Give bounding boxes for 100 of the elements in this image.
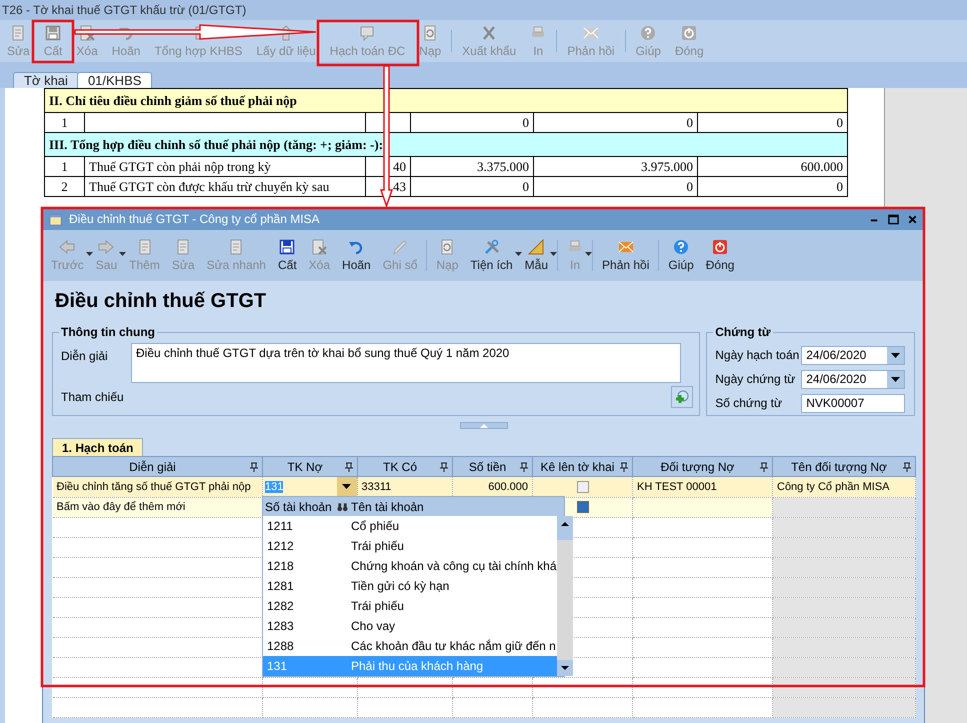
- pin-icon: [520, 462, 528, 472]
- caret-icon: [585, 252, 592, 256]
- tab[interactable]: Tờ khai: [13, 72, 79, 88]
- tools-icon: [484, 239, 500, 255]
- arrow-left-icon: [59, 239, 76, 255]
- field-label: Ngày hạch toán: [715, 348, 800, 362]
- toolbar-button[interactable]: Hoãn: [336, 230, 377, 281]
- column-header: Số tài khoản: [265, 500, 333, 514]
- checkbox[interactable]: [576, 480, 588, 493]
- comment-icon: [359, 24, 376, 40]
- help-icon: [673, 239, 690, 255]
- voucher-number-field[interactable]: NVK00007: [801, 394, 906, 412]
- toolbar-button[interactable]: Đóng: [700, 230, 740, 281]
- account-option[interactable]: 1288 Các khoản đầu tư khác nắm giữ đến n: [263, 636, 556, 656]
- power-icon: [712, 239, 728, 255]
- account-option[interactable]: 1281 Tiền gửi có kỳ hạn: [263, 576, 556, 596]
- caret-icon: [119, 252, 126, 256]
- field-label: Diễn giải: [61, 348, 109, 363]
- envelope-icon: [618, 239, 634, 255]
- add-reference-button[interactable]: [671, 386, 694, 408]
- column-header[interactable]: TK Nợ: [262, 456, 358, 476]
- caret-icon: [514, 252, 522, 256]
- table-cell: 3.975.000: [534, 156, 698, 176]
- form-heading: Điều chỉnh thuế GTGT: [54, 289, 268, 313]
- account-option[interactable]: 1218 Chứng khoán và công cụ tài chính khá: [263, 556, 556, 576]
- delete-document-icon: [311, 239, 328, 255]
- date-field[interactable]: 24/06/2020: [801, 370, 906, 388]
- undo-icon: [348, 239, 364, 255]
- section-heading: III. Tổng hợp điều chỉnh số thuế phải nộp (tăng: +; giảm: -):: [44, 132, 848, 156]
- pin-icon: [345, 462, 353, 472]
- ruler-icon: [528, 239, 544, 255]
- toolbar-button[interactable]: Mẫu: [518, 230, 554, 281]
- tab[interactable]: 1. Hạch toán: [52, 438, 144, 456]
- column-header: Tên tài khoản: [351, 500, 424, 514]
- table-cell: Thuế GTGT còn được khấu trừ chuyển kỳ sau: [84, 176, 366, 196]
- caret-icon[interactable]: [891, 352, 900, 358]
- column-header[interactable]: Diễn giải: [52, 456, 262, 476]
- binoculars-icon: [337, 502, 348, 512]
- document-icon: [175, 239, 192, 255]
- caret-icon[interactable]: [342, 484, 351, 489]
- account-option[interactable]: 1282 Trái phiếu: [263, 596, 556, 616]
- add-row-hint[interactable]: Bấm vào đây để thêm mới: [52, 497, 262, 517]
- highlight-frame: [32, 20, 74, 64]
- pencil-icon: [392, 239, 408, 255]
- caret-icon: [86, 252, 93, 256]
- description-field[interactable]: Điều chỉnh thuế GTGT dựa trên tờ khai bổ sung thuế Quý 1 năm 2020: [131, 343, 681, 383]
- column-header[interactable]: TK Có: [358, 456, 452, 476]
- document-icon: [136, 239, 152, 255]
- table-cell: 600.000: [452, 476, 532, 497]
- column-header[interactable]: Đối tượng Nợ: [632, 456, 772, 476]
- table-cell: 2: [44, 176, 84, 196]
- dialog-title: Điều chỉnh thuế GTGT - Công ty cổ phần MISA: [69, 212, 320, 226]
- toolbar-button[interactable]: Giúp: [662, 230, 700, 281]
- date-field[interactable]: 24/06/2020: [801, 346, 906, 364]
- account-option[interactable]: 1211 Cổ phiếu: [263, 516, 556, 536]
- pin-icon: [620, 462, 628, 472]
- table-cell: 0: [534, 176, 698, 196]
- table-cell: Thuế GTGT còn phải nộp trong kỳ: [84, 156, 366, 176]
- window-title: T26 - Tờ khai thuế GTGT khấu trừ (01/GTGT): [0, 0, 967, 20]
- scrollbar[interactable]: [556, 516, 572, 676]
- checkbox[interactable]: [576, 501, 588, 514]
- toolbar-button[interactable]: Tiện ích: [464, 230, 519, 281]
- column-header[interactable]: Tên đối tượng Nợ: [772, 456, 916, 476]
- maximize-icon[interactable]: [888, 214, 899, 224]
- field-label: Số chứng từ: [715, 396, 784, 410]
- table-cell: Công ty Cổ phần MISA: [772, 476, 916, 497]
- group-title: Chứng từ: [714, 325, 772, 339]
- field-label: Tham chiếu: [61, 390, 125, 404]
- table-cell: 600.000: [698, 156, 848, 176]
- account-option[interactable]: 1283 Cho vay: [263, 616, 556, 636]
- account-option[interactable]: 1212 Trái phiếu: [263, 536, 556, 556]
- power-icon: [681, 24, 698, 40]
- table-cell: 0: [698, 176, 848, 196]
- table-cell: 1: [44, 156, 84, 176]
- caret-icon: [550, 252, 558, 256]
- scroll-thumb[interactable]: [556, 532, 572, 540]
- group-title: Thông tin chung: [60, 325, 156, 339]
- scroll-down-icon[interactable]: [556, 660, 572, 676]
- save-icon: [45, 24, 62, 40]
- table-cell: KH TEST 00001: [632, 476, 772, 497]
- document-icon: [10, 24, 26, 40]
- column-header[interactable]: Số tiền: [452, 456, 532, 476]
- spreadsheet-icon: [481, 24, 498, 40]
- tab[interactable]: 01/KHBS: [76, 72, 152, 88]
- calendar-icon: [49, 212, 63, 226]
- toolbar-button[interactable]: Cất: [272, 230, 303, 281]
- pin-icon: [903, 462, 911, 472]
- close-icon[interactable]: [907, 214, 918, 224]
- toolbar-button[interactable]: Phản hồi: [596, 230, 656, 281]
- table-cell: Điều chỉnh tăng số thuế GTGT phải nộp: [52, 476, 262, 497]
- column-header[interactable]: Kê lên tờ khai: [532, 456, 632, 476]
- refresh-icon: [422, 24, 438, 40]
- caret-icon[interactable]: [891, 376, 900, 382]
- table-cell: 0: [410, 176, 534, 196]
- collapse-handle[interactable]: [460, 422, 508, 429]
- scroll-up-icon[interactable]: [556, 516, 572, 532]
- pin-icon: [440, 462, 448, 472]
- envelope-icon: [582, 24, 599, 40]
- table-cell: 3.375.000: [410, 156, 534, 176]
- field-label: Ngày chứng từ: [715, 372, 796, 386]
